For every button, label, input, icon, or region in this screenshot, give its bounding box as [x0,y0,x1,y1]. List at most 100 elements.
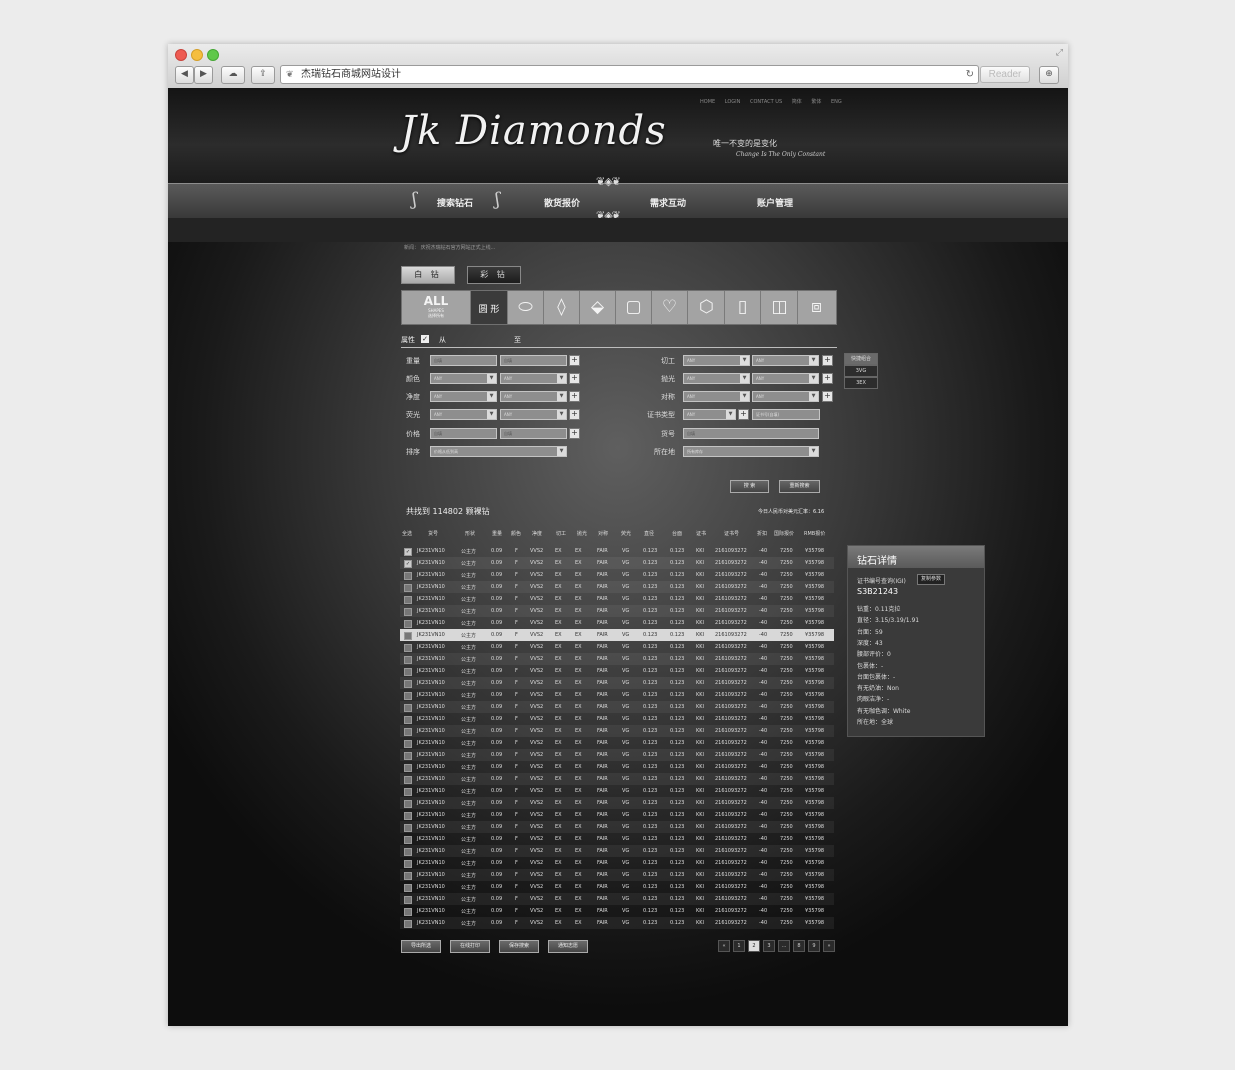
tab-white-diamond[interactable]: 白 钻 [401,266,455,284]
row-checkbox[interactable] [404,740,412,748]
row-checkbox[interactable] [404,692,412,700]
shape-all[interactable]: ALL SHAPES 选择所有 [402,291,471,324]
table-row[interactable]: JK231VN10 公主方 0.09 F VVS2 EX EX FAIR VG 0.123 0.12… [400,749,834,761]
row-checkbox[interactable] [404,620,412,628]
table-row[interactable]: JK231VN10 公主方 0.09 F VVS2 EX EX FAIR VG 0.123 0.12… [400,641,834,653]
price-to-input[interactable]: 自填 [500,428,567,439]
row-checkbox[interactable] [404,800,412,808]
col-intl-price[interactable]: 国际报价 [774,530,794,537]
news-ticker[interactable]: 新闻： 庆祝杰瑞钻石官方网站正式上线... [404,244,495,251]
pager-page-3[interactable]: 3 [763,940,775,952]
table-row[interactable]: JK231VN10 公主方 0.09 F VVS2 EX EX FAIR VG 0.123 0.12… [400,869,834,881]
marquise-icon[interactable]: ◊ [544,291,580,324]
shape-round[interactable]: 圆 形 [471,291,508,324]
sku-input[interactable]: 自填 [683,428,819,439]
row-checkbox[interactable] [404,908,412,916]
table-row[interactable]: JK231VN10 公主方 0.09 F VVS2 EX EX FAIR VG 0.123 0.12… [400,857,834,869]
row-checkbox[interactable] [404,920,412,928]
row-checkbox[interactable] [404,896,412,904]
table-row[interactable]: JK231VN10 公主方 0.09 F VVS2 EX EX FAIR VG 0.123 0.12… [400,833,834,845]
polish-from-select[interactable]: ANY ▼ [683,373,750,384]
cut-from-select[interactable]: ANY ▼ [683,355,750,366]
pager-prev[interactable]: « [718,940,730,952]
site-logo[interactable]: Jk Diamonds [400,108,667,154]
cut-to-select[interactable]: ANY ▼ [752,355,819,366]
sort-select[interactable]: 价格从低到高 ▼ [430,446,567,457]
symmetry-from-select[interactable]: ANY ▼ [683,391,750,402]
table-row[interactable]: ✓ JK231VN10 公主方 0.09 F VVS2 EX EX FAIR VG 0.123 0.1… [400,545,834,557]
table-row[interactable]: JK231VN10 公主方 0.09 F VVS2 EX EX FAIR VG 0.123 0.12… [400,725,834,737]
top-link-simplified[interactable]: 简体 [792,99,802,105]
quick-combo-3vg[interactable]: 3VG [844,365,878,377]
col-select-all[interactable]: 全选 [402,530,412,537]
col-symmetry[interactable]: 对称 [598,530,608,537]
cushion-icon[interactable]: ⬡ [689,291,725,324]
share-icon[interactable]: ⇪ [251,66,275,84]
row-checkbox[interactable] [404,716,412,724]
cert-number-input[interactable]: 证书号(自填) [752,409,820,420]
back-button[interactable]: ◀ [175,66,194,84]
color-to-select[interactable]: ANY ▼ [500,373,567,384]
cert-add-button[interactable]: + [738,409,749,420]
pager-page-1[interactable]: 1 [733,940,745,952]
heart-icon[interactable]: ♡ [652,291,688,324]
table-row[interactable]: JK231VN10 公主方 0.09 F VVS2 EX EX FAIR VG 0.123 0.12… [400,689,834,701]
top-link-english[interactable]: ENG [831,99,842,105]
table-row[interactable]: JK231VN10 公主方 0.09 F VVS2 EX EX FAIR VG 0.123 0.12… [400,773,834,785]
col-rmb-price[interactable]: RMB报价 [804,530,825,537]
table-row[interactable]: JK231VN10 公主方 0.09 F VVS2 EX EX FAIR VG 0.123 0.12… [400,605,834,617]
reader-button[interactable]: Reader [980,66,1030,83]
weight-to-input[interactable]: 自填 [500,355,567,366]
pager-page-2[interactable]: 2 [748,940,760,952]
row-checkbox[interactable] [404,728,412,736]
table-row[interactable]: ✓ JK231VN10 公主方 0.09 F VVS2 EX EX FAIR VG 0.123 0.1… [400,557,834,569]
table-row[interactable]: JK231VN10 公主方 0.09 F VVS2 EX EX FAIR VG 0.123 0.12… [400,737,834,749]
row-checkbox[interactable] [404,848,412,856]
col-discount[interactable]: 折扣 [757,530,767,537]
col-fluor[interactable]: 荧光 [621,530,631,537]
row-checkbox[interactable] [404,764,412,772]
emerald-icon[interactable]: ▯ [725,291,761,324]
table-row[interactable]: JK231VN10 公主方 0.09 F VVS2 EX EX FAIR VG 0.123 0.12… [400,581,834,593]
col-table[interactable]: 台面 [672,530,682,537]
tab-color-diamond[interactable]: 彩 钻 [467,266,521,284]
col-shape[interactable]: 形状 [465,530,475,537]
export-selected-button[interactable]: 导出所选 [401,940,441,953]
col-polish[interactable]: 抛光 [577,530,587,537]
pager-page-8[interactable]: 8 [793,940,805,952]
reset-search-button[interactable]: 重新搜索 [779,480,820,493]
table-row[interactable]: JK231VN10 公主方 0.09 F VVS2 EX EX FAIR VG 0.123 0.12… [400,593,834,605]
col-cert-no[interactable]: 证书号 [724,530,739,537]
col-cut[interactable]: 切工 [556,530,566,537]
table-row[interactable]: JK231VN10 公主方 0.09 F VVS2 EX EX FAIR VG 0.123 0.12… [400,809,834,821]
clarity-to-select[interactable]: ANY ▼ [500,391,567,402]
print-online-button[interactable]: 在线打印 [450,940,490,953]
maximize-window-button[interactable] [207,49,219,61]
col-color[interactable]: 颜色 [511,530,521,537]
row-checkbox[interactable] [404,884,412,892]
row-checkbox[interactable] [404,836,412,844]
table-row[interactable]: JK231VN10 公主方 0.09 F VVS2 EX EX FAIR VG 0.123 0.12… [400,905,834,917]
row-checkbox[interactable] [404,860,412,868]
top-link-traditional[interactable]: 繁体 [811,99,821,105]
weight-add-button[interactable]: + [569,355,580,366]
nav-item-quote[interactable]: 散货报价 [544,196,580,209]
table-row[interactable]: JK231VN10 公主方 0.09 F VVS2 EX EX FAIR VG 0.123 0.12… [400,701,834,713]
table-row[interactable]: JK231VN10 公主方 0.09 F VVS2 EX EX FAIR VG 0.123 0.12… [400,569,834,581]
search-button[interactable]: 搜 索 [730,480,769,493]
downloads-icon[interactable]: ⊕ [1039,66,1059,84]
row-checkbox[interactable] [404,680,412,688]
minimize-window-button[interactable] [191,49,203,61]
color-add-button[interactable]: + [569,373,580,384]
row-checkbox[interactable] [404,752,412,760]
row-checkbox[interactable] [404,872,412,880]
row-checkbox[interactable] [404,788,412,796]
location-select[interactable]: 所有库存 ▼ [683,446,819,457]
table-row[interactable]: JK231VN10 公主方 0.09 F VVS2 EX EX FAIR VG 0.123 0.12… [400,917,834,929]
copy-params-button[interactable]: 复制参数 [917,574,946,585]
row-checkbox[interactable] [404,812,412,820]
row-checkbox[interactable] [404,632,412,640]
pager-next[interactable]: » [823,940,835,952]
radiant-icon[interactable]: ◫ [762,291,798,324]
table-row[interactable]: JK231VN10 公主方 0.09 F VVS2 EX EX FAIR VG 0.123 0.12… [400,881,834,893]
